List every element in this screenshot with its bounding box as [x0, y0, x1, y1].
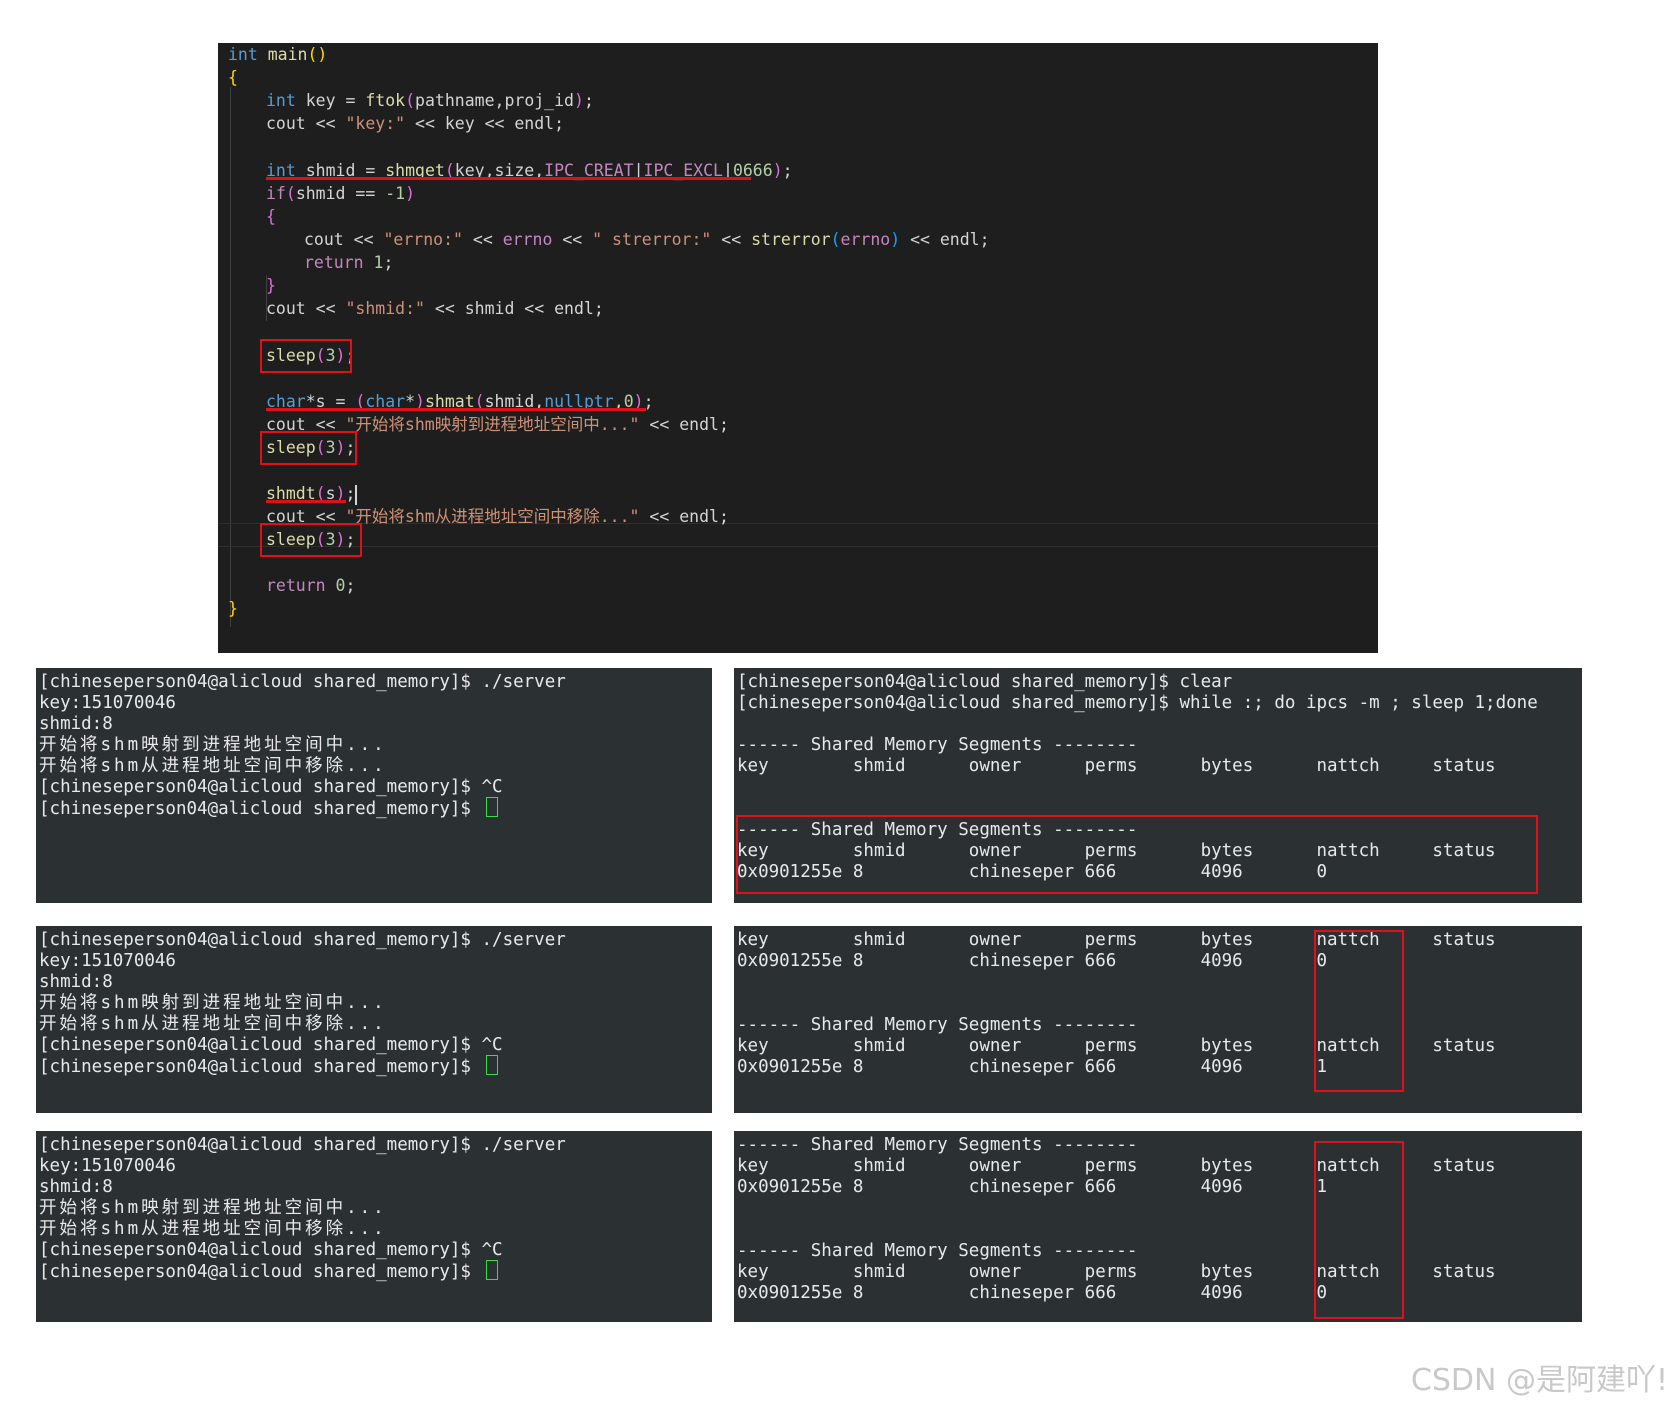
terminal-line: 开始将shm映射到进程地址空间中... — [39, 735, 387, 755]
terminal-line: ------ Shared Memory Segments -------- — [737, 1015, 1138, 1035]
terminal-ipcs-3[interactable]: ------ Shared Memory Segments -------- k… — [734, 1131, 1582, 1322]
terminal-server-1[interactable]: [chineseperson04@alicloud shared_memory]… — [36, 668, 712, 903]
terminal-line: key:151070046 — [39, 693, 176, 713]
terminal-line: [chineseperson04@alicloud shared_memory]… — [39, 672, 566, 692]
terminal-server-3[interactable]: [chineseperson04@alicloud shared_memory]… — [36, 1131, 712, 1322]
terminal-line: key:151070046 — [39, 951, 176, 971]
terminal-line: key:151070046 — [39, 1156, 176, 1176]
terminal-line: 开始将shm映射到进程地址空间中... — [39, 1198, 387, 1218]
terminal-prompt-line: [chineseperson04@alicloud shared_memory]… — [39, 1260, 498, 1282]
terminal-line: 开始将shm映射到进程地址空间中... — [39, 993, 387, 1013]
terminal-line: [chineseperson04@alicloud shared_memory]… — [737, 672, 1233, 692]
red-highlight-box — [260, 431, 357, 465]
code-line: { — [266, 207, 276, 226]
terminal-prompt: [chineseperson04@alicloud shared_memory]… — [39, 799, 482, 819]
terminal-line: 开始将shm从进程地址空间中移除... — [39, 1219, 387, 1239]
code-line: return 1; — [304, 253, 394, 272]
red-underline — [266, 500, 346, 503]
terminal-prompt: [chineseperson04@alicloud shared_memory]… — [39, 1057, 482, 1077]
terminal-line: ------ Shared Memory Segments -------- — [737, 735, 1138, 755]
terminal-ipcs-2[interactable]: key shmid owner perms bytes nattch statu… — [734, 926, 1582, 1113]
code-line: cout << "key:" << key << endl; — [266, 114, 565, 133]
terminal-line: shmid:8 — [39, 714, 113, 734]
terminal-line: ------ Shared Memory Segments -------- — [737, 1241, 1138, 1261]
terminal-line: [chineseperson04@alicloud shared_memory]… — [39, 1135, 566, 1155]
csdn-watermark: CSDN @是阿建吖! — [1410, 1363, 1668, 1398]
code-line: int key = ftok(pathname,proj_id); — [266, 91, 594, 110]
terminal-prompt-line: [chineseperson04@alicloud shared_memory]… — [39, 1055, 498, 1077]
terminal-line: [chineseperson04@alicloud shared_memory]… — [39, 1035, 503, 1055]
red-highlight-box — [1314, 930, 1404, 1092]
terminal-table-row: 0x0901255e 8 chineseper 666 4096 1 — [737, 1177, 1328, 1197]
red-highlight-box — [260, 339, 352, 373]
terminal-line: [chineseperson04@alicloud shared_memory]… — [39, 777, 503, 797]
red-highlight-box — [736, 815, 1538, 894]
red-highlight-box — [1314, 1141, 1404, 1319]
code-line: cout << "shmid:" << shmid << endl; — [266, 299, 604, 318]
text-caret — [355, 484, 358, 505]
red-underline — [266, 408, 646, 411]
code-editor: int main() { int key = ftok(pathname,pro… — [218, 43, 1378, 653]
terminal-line: [chineseperson04@alicloud shared_memory]… — [39, 1240, 503, 1260]
code-line: { — [228, 68, 238, 87]
terminal-table-header: key shmid owner perms bytes nattch statu… — [737, 756, 1496, 776]
terminal-line: 开始将shm从进程地址空间中移除... — [39, 756, 387, 776]
terminal-cursor — [485, 1260, 498, 1280]
terminal-table-row: 0x0901255e 8 chineseper 666 4096 0 — [737, 951, 1328, 971]
terminal-line: shmid:8 — [39, 972, 113, 992]
terminal-line: 开始将shm从进程地址空间中移除... — [39, 1014, 387, 1034]
terminal-line: [chineseperson04@alicloud shared_memory]… — [39, 930, 566, 950]
code-line: cout << "errno:" << errno << " strerror:… — [304, 230, 990, 249]
code-line: } — [266, 276, 276, 295]
red-underline — [266, 177, 751, 180]
terminal-line: [chineseperson04@alicloud shared_memory]… — [737, 693, 1538, 713]
code-line: int main() — [228, 45, 328, 64]
terminal-server-2[interactable]: [chineseperson04@alicloud shared_memory]… — [36, 926, 712, 1113]
terminal-prompt-line: [chineseperson04@alicloud shared_memory]… — [39, 797, 498, 819]
terminal-ipcs-1[interactable]: [chineseperson04@alicloud shared_memory]… — [734, 668, 1582, 903]
terminal-prompt: [chineseperson04@alicloud shared_memory]… — [39, 1262, 482, 1282]
code-line: if(shmid == -1) — [266, 184, 416, 203]
terminal-line: shmid:8 — [39, 1177, 113, 1197]
red-highlight-box — [260, 523, 362, 557]
terminal-table-row: 0x0901255e 8 chineseper 666 4096 1 — [737, 1057, 1328, 1077]
terminal-line: ------ Shared Memory Segments -------- — [737, 1135, 1138, 1155]
terminal-cursor — [485, 1055, 498, 1075]
code-token-int: int — [228, 45, 258, 64]
code-line: return 0; — [266, 576, 356, 595]
terminal-table-row: 0x0901255e 8 chineseper 666 4096 0 — [737, 1283, 1328, 1303]
terminal-cursor — [485, 797, 498, 817]
code-line: } — [228, 599, 238, 618]
